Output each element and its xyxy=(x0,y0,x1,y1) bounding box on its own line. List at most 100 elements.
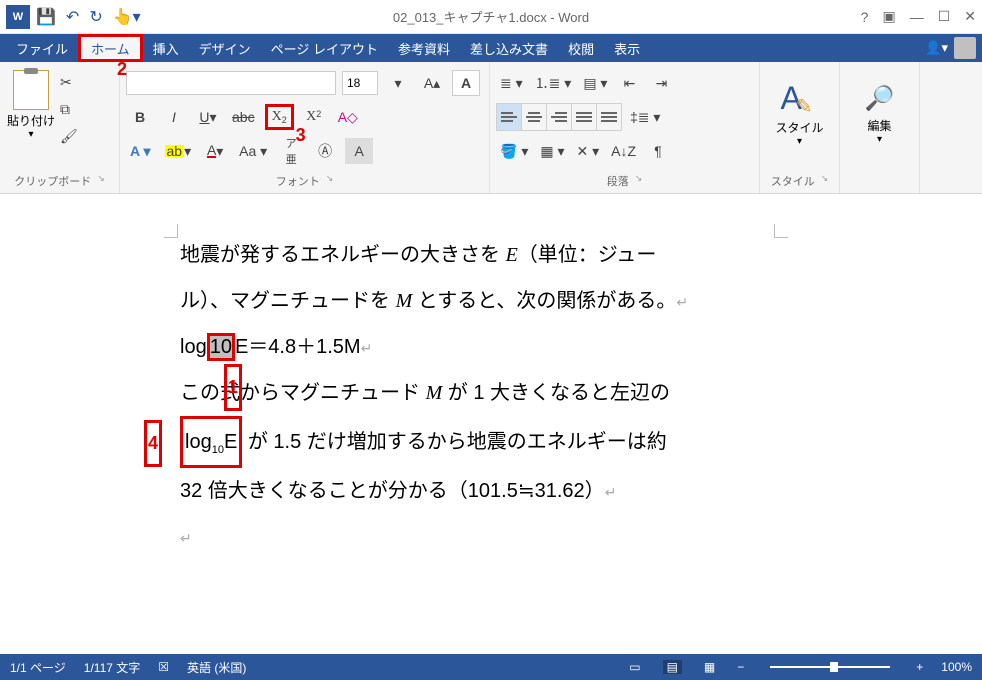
callout-4: 4 xyxy=(144,420,162,467)
borders-button[interactable]: ▦ ▾ xyxy=(536,138,568,164)
paragraph-launcher-icon[interactable]: ↘ xyxy=(635,173,643,189)
paragraph-label: 段落 xyxy=(607,173,629,189)
font-family-input[interactable] xyxy=(126,71,336,95)
format-painter-icon[interactable]: 🖌 xyxy=(60,128,78,145)
avatar[interactable] xyxy=(954,37,976,59)
align-right-button[interactable] xyxy=(547,104,572,130)
close-button[interactable]: ✕ xyxy=(964,8,976,25)
paste-label: 貼り付け xyxy=(6,112,56,129)
font-size-dropdown-icon[interactable]: ▾ xyxy=(384,70,412,96)
touch-mode-icon[interactable]: 👆▾ xyxy=(113,7,141,27)
signin-icon[interactable]: 👤▾ xyxy=(925,40,948,56)
paste-button[interactable]: 貼り付け ▾ xyxy=(6,66,56,153)
zoom-out-button[interactable]: − xyxy=(737,660,744,674)
tab-design[interactable]: デザイン xyxy=(189,34,261,62)
clipboard-launcher-icon[interactable]: ↘ xyxy=(97,173,105,189)
character-border-button[interactable]: A xyxy=(452,70,480,96)
increase-indent-button[interactable]: ⇥ xyxy=(647,70,675,96)
styles-launcher-icon[interactable]: ↘ xyxy=(821,173,829,189)
group-font: ▾ A▴ A B I U ▾ abc X2 3 X2 A◇ A ▾ ab ▾ A… xyxy=(120,62,490,193)
enclose-char-button[interactable]: Ⓐ xyxy=(311,138,339,164)
page-corner-tl xyxy=(164,224,178,238)
redo-icon[interactable]: ↻ xyxy=(89,7,102,27)
decrease-indent-button[interactable]: ⇤ xyxy=(615,70,643,96)
group-styles: A✎ スタイル ▾ スタイル ↘ xyxy=(760,62,840,193)
window-title: 02_013_キャプチャ1.docx - Word xyxy=(0,7,982,26)
document-content[interactable]: 地震が発するエネルギーの大きさを E（単位：ジュー ル）、マグニチュードを M … xyxy=(180,232,862,560)
text-effects-button[interactable]: A ▾ xyxy=(126,138,155,164)
change-case-button[interactable]: Aa ▾ xyxy=(235,138,271,164)
selected-text-10[interactable]: 10 xyxy=(207,333,235,361)
font-launcher-icon[interactable]: ↘ xyxy=(326,173,334,189)
tab-layout[interactable]: ページ レイアウト xyxy=(261,34,388,62)
tab-references[interactable]: 参考資料 xyxy=(388,34,460,62)
styles-button-label: スタイル xyxy=(766,119,833,136)
minimize-button[interactable]: — xyxy=(910,9,924,25)
tab-view[interactable]: 表示 xyxy=(604,34,650,62)
align-group xyxy=(496,103,622,131)
styles-icon: A✎ xyxy=(766,80,833,117)
font-label: フォント xyxy=(276,173,320,189)
zoom-thumb[interactable] xyxy=(830,662,838,672)
copy-icon[interactable]: ⧉ xyxy=(60,101,78,118)
tab-mailings[interactable]: 差し込み文書 xyxy=(460,34,558,62)
bullets-button[interactable]: ≣ ▾ xyxy=(496,70,527,96)
group-paragraph: ≣ ▾ ⒈≣ ▾ ▤ ▾ ⇤ ⇥ ‡≣ ▾ 🪣 ▾ ▦ ▾ ✕ ▾ A↓Z ¶ … xyxy=(490,62,760,193)
font-size-input[interactable] xyxy=(342,71,378,95)
find-icon: 🔎 xyxy=(846,84,913,113)
maximize-button[interactable]: ☐ xyxy=(938,8,951,25)
font-color-button[interactable]: A ▾ xyxy=(201,138,229,164)
zoom-slider[interactable] xyxy=(770,666,890,668)
cut-icon[interactable]: ✂ xyxy=(60,74,78,91)
tab-insert[interactable]: 挿入 xyxy=(143,34,189,62)
clipboard-label: クリップボード xyxy=(14,173,91,189)
view-print-layout[interactable]: ▤ xyxy=(663,660,682,674)
tab-review[interactable]: 校閲 xyxy=(558,34,604,62)
doc-line-7: ↵ xyxy=(180,514,862,560)
status-spellcheck-icon[interactable]: ☒ xyxy=(158,660,169,674)
bold-button[interactable]: B xyxy=(126,104,154,130)
italic-button[interactable]: I xyxy=(160,104,188,130)
help-icon[interactable]: ? xyxy=(861,9,869,25)
zoom-level[interactable]: 100% xyxy=(941,660,972,674)
view-read-mode[interactable]: ▭ xyxy=(625,660,644,674)
status-word-count[interactable]: 1/117 文字 xyxy=(84,659,140,676)
align-left-button[interactable] xyxy=(497,104,522,130)
styles-button[interactable]: A✎ スタイル ▾ xyxy=(766,66,833,147)
status-language[interactable]: 英語 (米国) xyxy=(187,659,246,676)
character-shading-button[interactable]: A xyxy=(345,138,373,164)
doc-line-1: 地震が発するエネルギーの大きさを E（単位：ジュー xyxy=(180,232,862,278)
subscript-button[interactable]: X2 3 xyxy=(265,104,294,130)
grow-font-button[interactable]: A▴ xyxy=(418,70,446,96)
view-web-layout[interactable]: ▦ xyxy=(700,660,719,674)
zoom-in-button[interactable]: + xyxy=(916,660,923,674)
strikethrough-button[interactable]: abc xyxy=(228,104,259,130)
line-spacing-button[interactable]: ‡≣ ▾ xyxy=(626,104,664,130)
align-distribute-button[interactable] xyxy=(597,104,621,130)
group-clipboard: 貼り付け ▾ ✂ ⧉ 🖌 クリップボード ↘ xyxy=(0,62,120,193)
show-hide-button[interactable]: ¶ xyxy=(644,138,672,164)
tab-file[interactable]: ファイル xyxy=(6,34,78,62)
paste-icon xyxy=(13,70,49,110)
highlight-button[interactable]: ab ▾ xyxy=(161,138,196,164)
document-area[interactable]: 地震が発するエネルギーの大きさを E（単位：ジュー ル）、マグニチュードを M … xyxy=(0,194,982,654)
underline-button[interactable]: U ▾ xyxy=(194,104,222,130)
ribbon-display-icon[interactable]: ▣ xyxy=(882,8,895,25)
align-center-button[interactable] xyxy=(522,104,547,130)
save-icon[interactable]: 💾 xyxy=(36,7,56,27)
doc-line-4: この式からマグニチュード M が 1 大きくなると左辺の xyxy=(180,370,862,416)
sort-button[interactable]: A↓Z xyxy=(607,138,640,164)
align-justify-button[interactable] xyxy=(572,104,597,130)
shading-button[interactable]: 🪣 ▾ xyxy=(496,138,532,164)
clear-formatting-button[interactable]: A◇ xyxy=(334,104,362,130)
undo-icon[interactable]: ↶ xyxy=(66,7,79,27)
editing-button[interactable]: 🔎 編集 ▾ xyxy=(846,66,913,145)
status-page[interactable]: 1/1 ページ xyxy=(10,659,66,676)
numbering-button[interactable]: ⒈≣ ▾ xyxy=(531,70,576,96)
tab-home[interactable]: ホーム 2 xyxy=(78,34,143,62)
paragraph-mark: ↵ xyxy=(605,484,617,500)
status-bar: 1/1 ページ 1/117 文字 ☒ 英語 (米国) ▭ ▤ ▦ − + 100… xyxy=(0,654,982,680)
multilevel-button[interactable]: ▤ ▾ xyxy=(579,70,611,96)
asian-layout-button[interactable]: ✕ ▾ xyxy=(573,138,604,164)
ribbon-tabs: ファイル ホーム 2 挿入 デザイン ページ レイアウト 参考資料 差し込み文書… xyxy=(0,34,982,62)
